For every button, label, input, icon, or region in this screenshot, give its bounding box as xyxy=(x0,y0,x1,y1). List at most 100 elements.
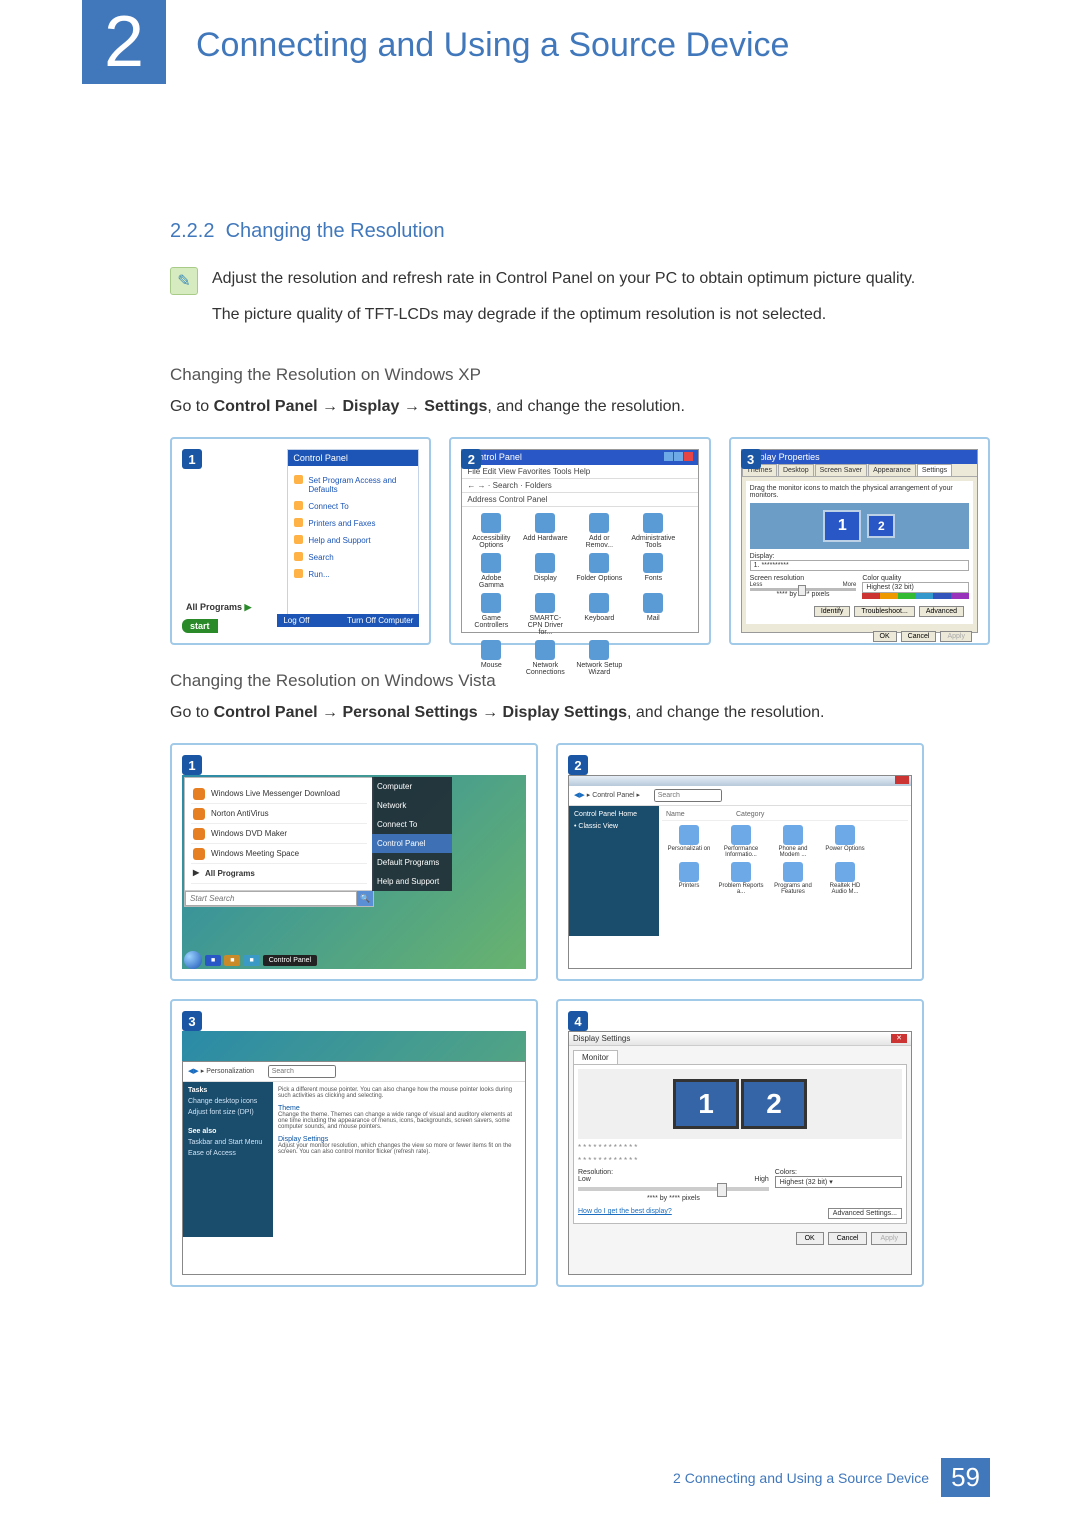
xp-start-item[interactable]: Printers and Faxes xyxy=(294,515,412,532)
vper-item-head[interactable]: Theme xyxy=(278,1105,520,1112)
xp-start-item[interactable]: Set Program Access and Defaults xyxy=(294,472,412,498)
dp-ok-button[interactable]: OK xyxy=(873,631,897,642)
vista-task-item[interactable]: Control Panel xyxy=(263,955,317,966)
xp-screenshot-1: 1 Control Panel Set Program Access and D… xyxy=(170,437,431,645)
vcp-nav[interactable]: ◀▶ ▸ Control Panel ▸ xyxy=(569,786,911,806)
vcp-icon-grid: Personalizati on Performance Informatio.… xyxy=(662,821,908,899)
vper-task-link[interactable]: Adjust font size (DPI) xyxy=(188,1107,268,1118)
dp-identify-button[interactable]: Identify xyxy=(814,606,851,617)
vper-task-link[interactable]: Change desktop icons xyxy=(188,1096,268,1107)
dp-monitor-1[interactable]: 1 xyxy=(823,510,861,542)
vper-seealso-link[interactable]: Taskbar and Start Menu xyxy=(188,1137,268,1148)
vista-right-item[interactable]: Network xyxy=(372,796,452,815)
xp-turnoff[interactable]: Turn Off Computer xyxy=(347,616,413,625)
vper-nav[interactable]: ◀▶ ▸ Personalization xyxy=(183,1062,525,1082)
cp-icon[interactable]: Add Hardware xyxy=(522,513,568,549)
cp-icon[interactable]: Folder Options xyxy=(576,553,622,589)
vista-start-search[interactable] xyxy=(185,891,357,906)
vds-cancel-button[interactable]: Cancel xyxy=(828,1232,868,1245)
close-icon[interactable] xyxy=(895,776,909,784)
vista-right-item[interactable]: Default Programs xyxy=(372,853,452,872)
vista-start-orb[interactable] xyxy=(184,951,202,969)
xp-start-item[interactable]: Connect To xyxy=(294,498,412,515)
close-icon[interactable]: ✕ xyxy=(891,1034,907,1043)
window-buttons[interactable] xyxy=(663,452,693,463)
vcp-icon[interactable]: Printers xyxy=(666,862,712,895)
xp-logoff[interactable]: Log Off xyxy=(283,616,309,625)
cp-icon[interactable]: Accessibility Options xyxy=(468,513,514,549)
xp-all-programs[interactable]: All Programs ▶ xyxy=(186,602,251,613)
vds-help-link[interactable]: How do I get the best display? xyxy=(578,1208,672,1219)
cp-icon[interactable]: Keyboard xyxy=(576,593,622,636)
vista-start-item[interactable]: Windows DVD Maker xyxy=(191,824,367,844)
cp-icon[interactable]: Administrative Tools xyxy=(630,513,676,549)
tab-settings[interactable]: Settings xyxy=(917,464,952,476)
search-icon[interactable]: 🔍 xyxy=(357,891,373,906)
vcp-search[interactable] xyxy=(654,789,722,802)
cp-icon[interactable]: Fonts xyxy=(630,553,676,589)
vcp-side-link[interactable]: • Classic View xyxy=(574,821,654,832)
vista-start-item[interactable]: Windows Meeting Space xyxy=(191,844,367,864)
vista-right-item[interactable]: Computer xyxy=(372,777,452,796)
vcp-icon[interactable]: Power Options xyxy=(822,825,868,858)
dp-monitor-area[interactable]: 1 2 xyxy=(750,503,969,549)
vper-seealso-link[interactable]: Ease of Access xyxy=(188,1148,268,1159)
tab-appearance[interactable]: Appearance xyxy=(868,464,916,476)
xp-start-item[interactable]: Help and Support xyxy=(294,532,412,549)
vista-right-item-highlight[interactable]: Control Panel xyxy=(372,834,452,853)
vds-advanced-button[interactable]: Advanced Settings... xyxy=(828,1208,902,1219)
xp-start-button[interactable]: start xyxy=(182,619,218,633)
vds-text-2: ************ xyxy=(578,1156,902,1165)
vista-start-item[interactable]: Windows Live Messenger Download xyxy=(191,784,367,804)
vista-right-item[interactable]: Connect To xyxy=(372,815,452,834)
vds-ok-button[interactable]: OK xyxy=(796,1232,824,1245)
dp-troubleshoot-button[interactable]: Troubleshoot... xyxy=(854,606,914,617)
vcp-icon[interactable]: Realtek HD Audio M... xyxy=(822,862,868,895)
vista-all-programs[interactable]: All Programs xyxy=(191,864,367,884)
vper-search[interactable] xyxy=(268,1065,336,1078)
xp-cp-address[interactable]: Address Control Panel xyxy=(462,493,697,507)
cp-icon[interactable]: Mouse xyxy=(468,640,514,676)
vds-monitor-2[interactable]: 2 xyxy=(741,1079,807,1129)
xp-start-item[interactable]: Search xyxy=(294,549,412,566)
tab-desktop[interactable]: Desktop xyxy=(778,464,814,476)
note-icon: ✎ xyxy=(170,267,198,295)
vcp-side-title[interactable]: Control Panel Home xyxy=(574,811,654,818)
cp-icon[interactable]: Game Controllers xyxy=(468,593,514,636)
cp-icon[interactable]: Network Setup Wizard xyxy=(576,640,622,676)
cp-icon[interactable]: Network Connections xyxy=(522,640,568,676)
vcp-icon[interactable]: Performance Informatio... xyxy=(718,825,764,858)
vcp-icon[interactable]: Personalizati on xyxy=(666,825,712,858)
vista-start-item[interactable]: Norton AntiVirus xyxy=(191,804,367,824)
xp-cp-menu[interactable]: File Edit View Favorites Tools Help xyxy=(462,465,697,479)
vds-res-label: Resolution: xyxy=(578,1169,769,1176)
vds-monitor-1[interactable]: 1 xyxy=(673,1079,739,1129)
vds-res-slider[interactable] xyxy=(578,1187,769,1191)
vds-apply-button[interactable]: Apply xyxy=(871,1232,907,1245)
xp-cp-toolbar[interactable]: ← → · Search · Folders xyxy=(462,479,697,493)
vcp-icon[interactable]: Phone and Modem ... xyxy=(770,825,816,858)
tab-screensaver[interactable]: Screen Saver xyxy=(815,464,867,476)
dp-monitor-2[interactable]: 2 xyxy=(867,514,895,538)
cp-icon[interactable]: Mail xyxy=(630,593,676,636)
vista-right-item[interactable]: Help and Support xyxy=(372,872,452,891)
vds-monitor-area[interactable]: 1 2 xyxy=(578,1069,902,1139)
vds-col-select[interactable]: Highest (32 bit) ▾ xyxy=(775,1176,902,1188)
vper-item-head[interactable]: Display Settings xyxy=(278,1136,520,1143)
step-badge-4: 4 xyxy=(568,1011,588,1031)
cp-icon[interactable]: SMARTC-CPN Driver for... xyxy=(522,593,568,636)
xp-start-item[interactable]: Run... xyxy=(294,566,412,583)
dp-advanced-button[interactable]: Advanced xyxy=(919,606,964,617)
dp-res-slider[interactable] xyxy=(750,588,857,591)
vcp-icon[interactable]: Problem Reports a... xyxy=(718,862,764,895)
cp-icon[interactable]: Add or Remov... xyxy=(576,513,622,549)
cp-icon[interactable]: Adobe Gamma xyxy=(468,553,514,589)
cp-icon[interactable]: Display xyxy=(522,553,568,589)
vcp-icon[interactable]: Programs and Features xyxy=(770,862,816,895)
dp-col-select[interactable]: Highest (32 bit) xyxy=(862,582,969,593)
dp-cancel-button[interactable]: Cancel xyxy=(901,631,937,642)
vds-tab-monitor[interactable]: Monitor xyxy=(573,1050,618,1064)
dp-apply-button[interactable]: Apply xyxy=(940,631,972,642)
dp-display-select[interactable]: 1. ********** xyxy=(750,560,969,571)
page-footer: 2 Connecting and Using a Source Device 5… xyxy=(673,1458,990,1497)
